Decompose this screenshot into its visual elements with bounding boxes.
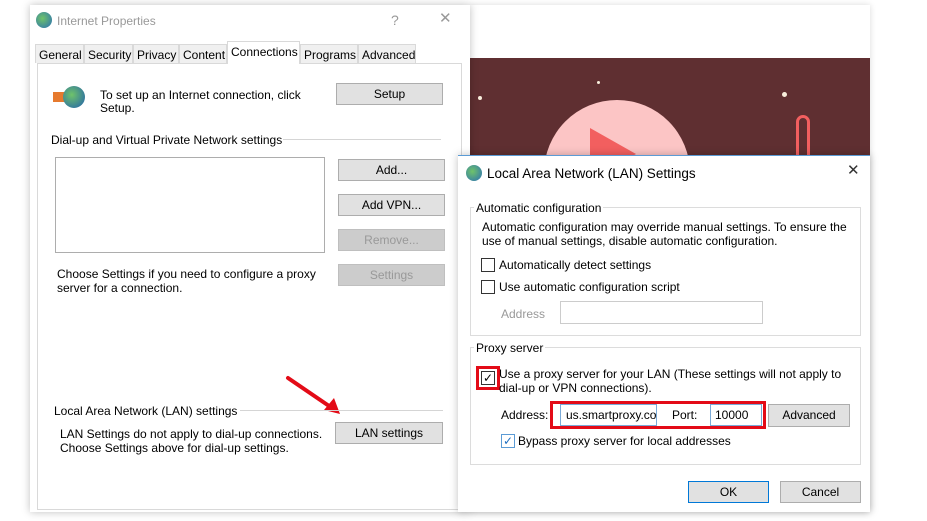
auto-group-label: Automatic configuration — [474, 201, 604, 215]
script-address-label: Address — [501, 307, 546, 321]
dialup-heading: Dial-up and Virtual Private Network sett… — [51, 133, 283, 147]
setup-text: To set up an Internet connection, click — [100, 88, 301, 102]
help-button[interactable]: ? — [391, 13, 399, 27]
tab-connections[interactable]: Connections — [227, 41, 300, 64]
tab-programs[interactable]: Programs — [300, 44, 358, 63]
proxy-group-label: Proxy server — [474, 341, 546, 355]
lan-text-2: Choose Settings above for dial-up settin… — [60, 441, 289, 455]
bypass-checkbox[interactable]: ✓ — [501, 434, 515, 448]
advanced-button[interactable]: Advanced — [768, 404, 850, 427]
auto-detect-checkbox[interactable] — [481, 258, 495, 272]
divider — [283, 139, 441, 140]
close-button[interactable]: ✕ — [439, 11, 452, 26]
ok-button[interactable]: OK — [688, 481, 769, 503]
tab-content[interactable]: Content — [179, 44, 227, 63]
tab-general[interactable]: General — [35, 44, 84, 63]
connections-list[interactable] — [55, 157, 325, 253]
tab-advanced[interactable]: Advanced — [358, 44, 416, 63]
close-button[interactable]: ✕ — [847, 163, 860, 178]
dialog-title: Local Area Network (LAN) Settings — [487, 166, 696, 181]
use-proxy-label-2: dial-up or VPN connections). — [499, 381, 652, 395]
auto-script-label: Use automatic configuration script — [499, 280, 680, 294]
auto-config-text: Automatic configuration may override man… — [482, 220, 847, 234]
tab-security[interactable]: Security — [84, 44, 133, 63]
auto-config-text-2: use of manual settings, disable automati… — [482, 234, 778, 248]
choose-settings-text-2: server for a connection. — [57, 281, 183, 295]
globe-icon — [466, 165, 482, 181]
tab-privacy[interactable]: Privacy — [133, 44, 179, 63]
remove-button[interactable]: Remove... — [338, 229, 445, 251]
divider — [240, 410, 443, 411]
auto-script-checkbox[interactable] — [481, 280, 495, 294]
auto-detect-label: Automatically detect settings — [499, 258, 652, 272]
settings-button[interactable]: Settings — [338, 264, 445, 286]
window-title: Internet Properties — [57, 14, 156, 28]
globe-icon — [36, 12, 52, 28]
lan-settings-button[interactable]: LAN settings — [335, 422, 443, 444]
highlight-box — [476, 366, 500, 390]
add-button[interactable]: Add... — [338, 159, 445, 181]
lan-heading: Local Area Network (LAN) settings — [54, 404, 238, 418]
bypass-label: Bypass proxy server for local addresses — [518, 434, 731, 448]
connection-wizard-icon — [53, 84, 87, 110]
add-vpn-button[interactable]: Add VPN... — [338, 194, 445, 216]
lan-text: LAN Settings do not apply to dial-up con… — [60, 427, 323, 441]
highlight-box — [550, 401, 766, 429]
cancel-button[interactable]: Cancel — [780, 481, 861, 503]
choose-settings-text: Choose Settings if you need to configure… — [57, 267, 316, 281]
use-proxy-label: Use a proxy server for your LAN (These s… — [499, 367, 842, 381]
script-address-input[interactable] — [560, 301, 763, 324]
address-label: Address: — [501, 408, 549, 422]
setup-text-2: Setup. — [100, 101, 135, 115]
setup-button[interactable]: Setup — [336, 83, 443, 105]
red-arrow-annotation — [286, 376, 340, 414]
